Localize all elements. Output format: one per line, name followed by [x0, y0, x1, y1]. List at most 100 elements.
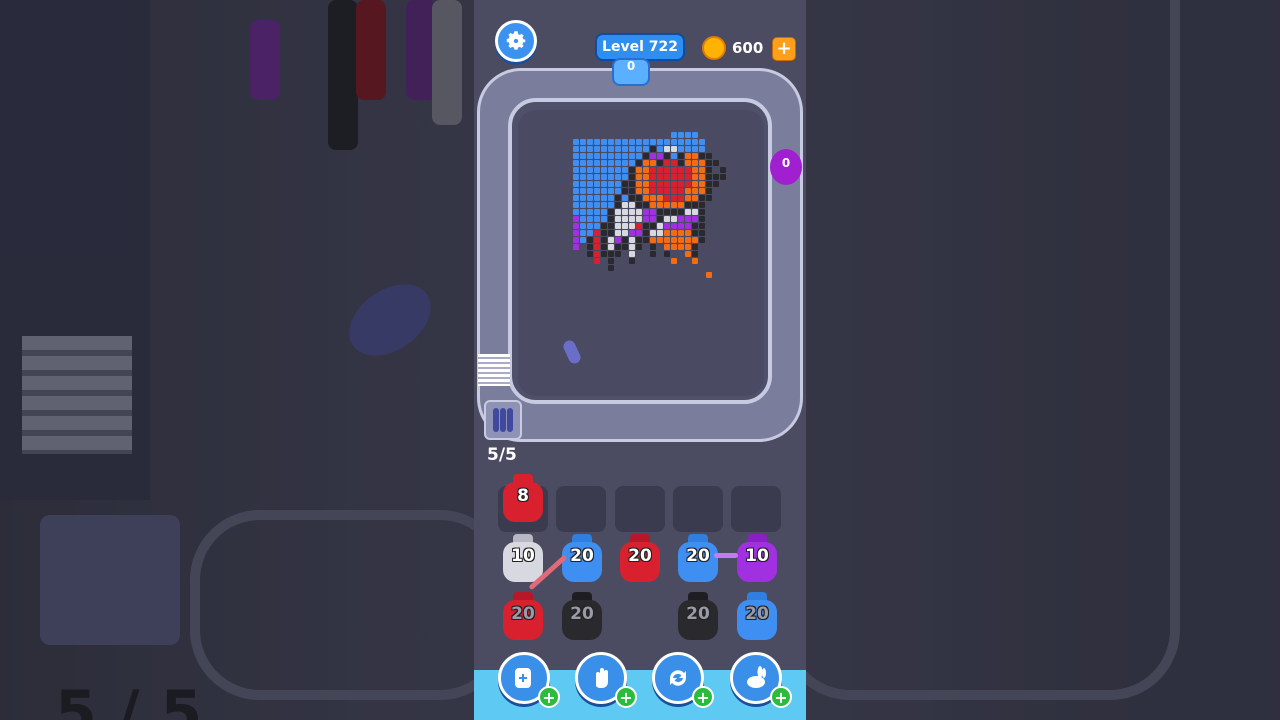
jar-blue-20b[interactable]: 20	[676, 534, 720, 584]
jar-black-20b[interactable]: 20	[676, 592, 720, 642]
pixel-block	[573, 244, 579, 250]
hand-icon	[596, 668, 608, 688]
rabbit-boost-plus-badge[interactable]: +	[770, 686, 792, 708]
pixel-block	[692, 167, 698, 173]
pixel-block	[580, 237, 586, 243]
pixel-block	[580, 223, 586, 229]
add-coins-button[interactable]: +	[772, 37, 796, 61]
pixel-block	[664, 237, 670, 243]
pixel-block	[692, 188, 698, 194]
jar-blue-20-row2[interactable]: 20	[735, 592, 779, 642]
pixel-block	[615, 153, 621, 159]
pixel-block	[636, 160, 642, 166]
empty-slot-4[interactable]	[673, 486, 723, 532]
pixel-block	[622, 216, 628, 222]
pixel-block	[629, 251, 635, 257]
pixel-block	[692, 216, 698, 222]
pixel-block	[615, 209, 621, 215]
pixel-block	[636, 237, 642, 243]
pixel-block	[615, 167, 621, 173]
exit-grate	[478, 354, 510, 386]
pixel-block	[580, 174, 586, 180]
pixel-block	[629, 244, 635, 250]
pixel-block	[671, 216, 677, 222]
pixel-block	[636, 209, 642, 215]
pixel-block	[608, 237, 614, 243]
blue-shooter-on-rail[interactable]: 0	[612, 58, 650, 86]
pixel-block	[629, 160, 635, 166]
pixel-block	[643, 139, 649, 145]
pixel-block	[573, 223, 579, 229]
launcher-dock[interactable]	[484, 400, 522, 440]
pixel-block	[580, 167, 586, 173]
pixel-block	[706, 188, 712, 194]
pixel-block	[699, 146, 705, 152]
pixel-block	[629, 153, 635, 159]
pixel-block	[622, 153, 628, 159]
queued-jar-red[interactable]: 8	[501, 474, 545, 524]
pixel-block	[671, 223, 677, 229]
pixel-block	[671, 188, 677, 194]
pixel-block	[671, 237, 677, 243]
pixel-block	[622, 139, 628, 145]
pixel-block	[657, 202, 663, 208]
shuffle-plus-badge[interactable]: +	[692, 686, 714, 708]
pixel-block	[580, 216, 586, 222]
pixel-block	[671, 146, 677, 152]
pixel-block	[664, 195, 670, 201]
pixel-block	[615, 146, 621, 152]
pixel-block	[685, 223, 691, 229]
hand-pick-plus-badge[interactable]: +	[615, 686, 637, 708]
pixel-block	[615, 244, 621, 250]
pixel-block	[629, 174, 635, 180]
pixel-block	[692, 244, 698, 250]
pixel-block	[720, 167, 726, 173]
empty-slot-2[interactable]	[556, 486, 606, 532]
pixel-block	[657, 153, 663, 159]
pixel-block	[608, 146, 614, 152]
settings-button[interactable]	[495, 20, 537, 62]
empty-slot-5[interactable]	[731, 486, 781, 532]
pixel-block	[650, 174, 656, 180]
pixel-block	[629, 258, 635, 264]
pixel-block	[685, 244, 691, 250]
pixel-block	[664, 174, 670, 180]
jar-black-20[interactable]: 20	[560, 592, 604, 642]
pixel-block	[594, 167, 600, 173]
pixel-block	[594, 230, 600, 236]
purple-shooter-count: 0	[781, 156, 791, 170]
pixel-art-image	[573, 132, 726, 278]
pixel-block	[699, 153, 705, 159]
pixel-block	[699, 181, 705, 187]
pixel-block	[573, 237, 579, 243]
pixel-block	[706, 160, 712, 166]
pixel-block	[587, 195, 593, 201]
pixel-block	[699, 216, 705, 222]
empty-slot-3[interactable]	[615, 486, 665, 532]
pixel-block	[643, 188, 649, 194]
pixel-block	[580, 146, 586, 152]
pixel-block	[699, 167, 705, 173]
pixel-block	[685, 132, 691, 138]
pixel-block	[622, 174, 628, 180]
pixel-block	[580, 153, 586, 159]
jar-purple-10[interactable]: 10	[735, 534, 779, 584]
purple-shooter-on-rail[interactable]: 0	[770, 149, 802, 185]
pixel-block	[573, 188, 579, 194]
pixel-block	[692, 251, 698, 257]
pixel-block	[601, 153, 607, 159]
pixel-block	[636, 223, 642, 229]
jar-blue-20[interactable]: 20	[560, 534, 604, 584]
pixel-block	[601, 174, 607, 180]
add-slot-plus-badge[interactable]: +	[538, 686, 560, 708]
pixel-block	[615, 230, 621, 236]
jar-red-20[interactable]: 20	[618, 534, 662, 584]
pixel-block	[573, 167, 579, 173]
pixel-block	[594, 258, 600, 264]
pixel-block	[580, 160, 586, 166]
pixel-block	[615, 202, 621, 208]
jar-red-20-row2[interactable]: 20	[501, 592, 545, 642]
pixel-block	[664, 216, 670, 222]
pixel-block	[629, 188, 635, 194]
pixel-block	[643, 230, 649, 236]
